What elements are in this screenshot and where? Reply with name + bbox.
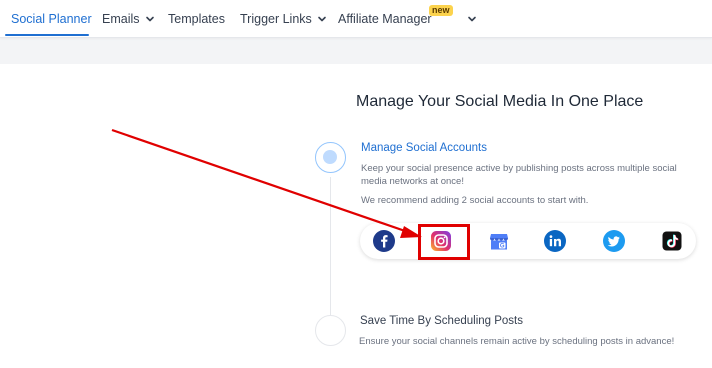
- main-content: Manage Your Social Media In One Place Ma…: [0, 64, 712, 368]
- social-accounts-bar: G: [360, 223, 696, 259]
- step-description: Ensure your social channels remain activ…: [359, 336, 675, 347]
- step-title-scheduling[interactable]: Save Time By Scheduling Posts: [360, 315, 523, 327]
- step-dot: [323, 150, 337, 164]
- affiliate-dropdown-toggle[interactable]: [467, 0, 477, 38]
- timeline-connector: [330, 177, 331, 315]
- annotation-highlight-box: [418, 224, 470, 260]
- chevron-down-icon: [467, 14, 477, 24]
- facebook-icon[interactable]: [373, 230, 395, 252]
- nav-tab-emails[interactable]: Emails: [102, 0, 155, 38]
- step-recommendation: We recommend adding 2 social accounts to…: [361, 195, 589, 206]
- step-title-manage-accounts[interactable]: Manage Social Accounts: [361, 142, 487, 154]
- new-badge: new: [429, 5, 453, 16]
- step-indicator-active: [315, 142, 346, 173]
- nav-tab-affiliate-manager[interactable]: Affiliate Manager: [338, 0, 432, 38]
- nav-tab-label: Trigger Links: [240, 12, 312, 26]
- nav-tab-templates[interactable]: Templates: [168, 0, 225, 38]
- step-description: Keep your social presence active by publ…: [361, 163, 677, 187]
- nav-tab-label: Emails: [102, 12, 140, 26]
- chevron-down-icon: [317, 14, 327, 24]
- step-indicator-inactive: [315, 315, 346, 346]
- nav-tab-label: Affiliate Manager: [338, 12, 432, 26]
- chevron-down-icon: [145, 14, 155, 24]
- top-navigation: Social Planner Emails Templates Trigger …: [0, 0, 712, 38]
- twitter-icon[interactable]: [603, 230, 625, 252]
- svg-text:G: G: [500, 244, 505, 250]
- nav-tab-social-planner[interactable]: Social Planner: [11, 0, 92, 38]
- nav-tab-label: Social Planner: [11, 12, 92, 26]
- linkedin-icon[interactable]: [544, 230, 566, 252]
- google-business-icon[interactable]: G: [488, 230, 510, 252]
- tiktok-icon[interactable]: [661, 230, 683, 252]
- nav-tab-trigger-links[interactable]: Trigger Links: [240, 0, 327, 38]
- active-tab-indicator: [5, 34, 89, 36]
- nav-tab-label: Templates: [168, 12, 225, 26]
- page-title: Manage Your Social Media In One Place: [356, 93, 644, 110]
